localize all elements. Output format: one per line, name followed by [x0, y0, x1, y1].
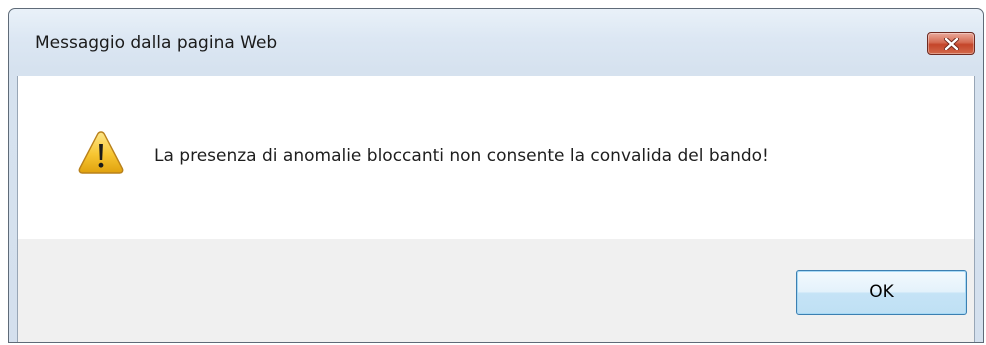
message-area: La presenza di anomalie bloccanti non co…: [18, 76, 974, 239]
button-area: OK: [18, 239, 974, 342]
message-text: La presenza di anomalie bloccanti non co…: [154, 146, 769, 166]
close-x-icon: [944, 38, 959, 50]
ok-button[interactable]: OK: [796, 270, 967, 315]
close-button[interactable]: [927, 32, 975, 55]
dialog-title: Messaggio dalla pagina Web: [35, 33, 278, 53]
title-bar[interactable]: Messaggio dalla pagina Web: [9, 9, 983, 76]
alert-dialog: Messaggio dalla pagina Web La presenza d…: [8, 8, 984, 343]
dialog-body: La presenza di anomalie bloccanti non co…: [17, 76, 975, 342]
warning-icon: [78, 131, 124, 174]
